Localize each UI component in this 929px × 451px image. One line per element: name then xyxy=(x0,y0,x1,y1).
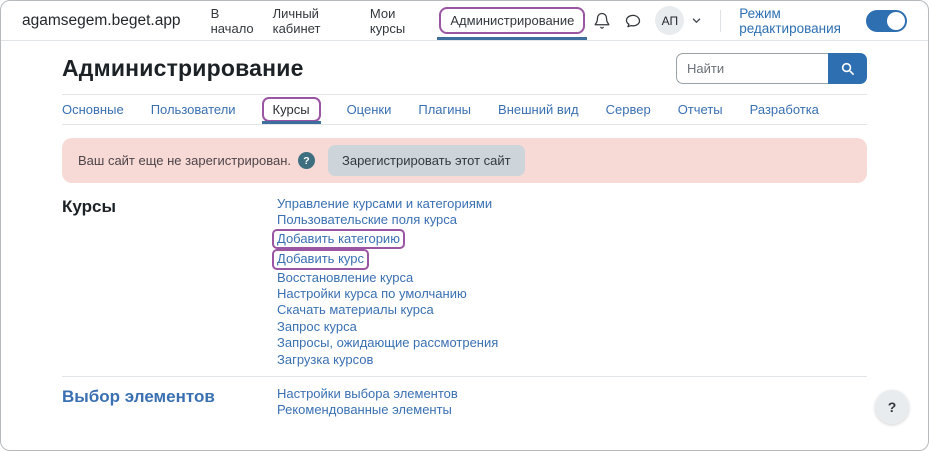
vertical-divider xyxy=(720,9,722,32)
edit-mode-toggle[interactable] xyxy=(866,9,907,32)
chat-icon[interactable] xyxy=(624,12,642,30)
tab-general[interactable]: Основные xyxy=(62,95,124,124)
search-icon xyxy=(840,61,855,76)
search-input[interactable] xyxy=(676,53,828,84)
link-course-request[interactable]: Запрос курса xyxy=(277,319,357,335)
section-activity-chooser: Выбор элементов Настройки выбора элемент… xyxy=(62,386,867,419)
nav-item-my-courses[interactable]: Мои курсы xyxy=(362,1,431,40)
link-manage-courses[interactable]: Управление курсами и категориями xyxy=(277,196,492,212)
admin-tabs: Основные Пользователи Курсы Оценки Плаги… xyxy=(62,95,867,125)
main-content: Администрирование Основные Пользователи … xyxy=(1,41,928,419)
annotation-highlight: Курсы xyxy=(261,97,321,122)
section-links: Управление курсами и категориями Пользов… xyxy=(272,196,498,368)
tab-grades[interactable]: Оценки xyxy=(347,95,392,124)
nav-item-administration[interactable]: Администрирование xyxy=(431,1,593,40)
user-menu[interactable]: АП xyxy=(655,6,702,35)
annotation-highlight: Администрирование xyxy=(439,7,586,34)
primary-nav: В начало Личный кабинет Мои курсы Админи… xyxy=(203,1,594,40)
tab-reports[interactable]: Отчеты xyxy=(678,95,723,124)
tab-development[interactable]: Разработка xyxy=(750,95,819,124)
link-course-default-settings[interactable]: Настройки курса по умолчанию xyxy=(277,286,467,302)
nav-item-home[interactable]: В начало xyxy=(203,1,265,40)
register-site-button[interactable]: Зарегистрировать этот сайт xyxy=(327,145,525,176)
top-navbar: agamsegem.beget.app В начало Личный каби… xyxy=(1,1,928,41)
section-heading-activity-chooser[interactable]: Выбор элементов xyxy=(62,386,277,407)
site-not-registered-alert: Ваш сайт еще не зарегистрирован. ? Зарег… xyxy=(62,138,867,183)
floating-help-button[interactable]: ? xyxy=(875,390,909,424)
alert-text: Ваш сайт еще не зарегистрирован. xyxy=(78,153,291,168)
tab-courses[interactable]: Курсы xyxy=(261,95,321,124)
edit-mode-control: Режим редактирования xyxy=(739,6,907,36)
section-heading-courses: Курсы xyxy=(62,197,116,216)
link-activity-chooser-settings[interactable]: Настройки выбора элементов xyxy=(277,386,458,402)
avatar[interactable]: АП xyxy=(655,6,685,35)
edit-mode-label: Режим редактирования xyxy=(739,5,841,36)
help-icon[interactable]: ? xyxy=(297,152,315,169)
link-add-category[interactable]: Добавить категорию xyxy=(272,228,405,250)
section-divider xyxy=(62,376,867,378)
moodle-admin-page: agamsegem.beget.app В начало Личный каби… xyxy=(0,0,929,451)
link-pending-requests[interactable]: Запросы, ожидающие рассмотрения xyxy=(277,335,498,351)
link-course-custom-fields[interactable]: Пользовательские поля курса xyxy=(277,212,457,228)
tab-server[interactable]: Сервер xyxy=(606,95,651,124)
navbar-right-cluster: АП Режим редактирования xyxy=(593,1,907,40)
link-upload-courses[interactable]: Загрузка курсов xyxy=(277,352,373,368)
link-recommended-activities[interactable]: Рекомендованные элементы xyxy=(277,402,452,418)
site-brand[interactable]: agamsegem.beget.app xyxy=(22,1,181,40)
tab-appearance[interactable]: Внешний вид xyxy=(498,95,579,124)
section-courses: Курсы Управление курсами и категориями П… xyxy=(62,196,867,368)
search-button[interactable] xyxy=(828,53,867,84)
tab-plugins[interactable]: Плагины xyxy=(418,95,471,124)
link-add-course[interactable]: Добавить курс xyxy=(272,249,369,270)
page-header: Администрирование xyxy=(62,41,867,95)
link-restore-course[interactable]: Восстановление курса xyxy=(277,270,413,286)
search-box xyxy=(676,53,867,84)
chevron-down-icon xyxy=(691,15,702,26)
bell-icon[interactable] xyxy=(593,12,611,30)
settings-sections: Курсы Управление курсами и категориями П… xyxy=(62,183,867,419)
tab-users[interactable]: Пользователи xyxy=(151,95,236,124)
page-title: Администрирование xyxy=(62,55,304,81)
nav-item-dashboard[interactable]: Личный кабинет xyxy=(265,1,362,40)
link-download-course-content[interactable]: Скачать материалы курса xyxy=(277,302,434,318)
section-links: Настройки выбора элементов Рекомендованн… xyxy=(277,386,458,419)
